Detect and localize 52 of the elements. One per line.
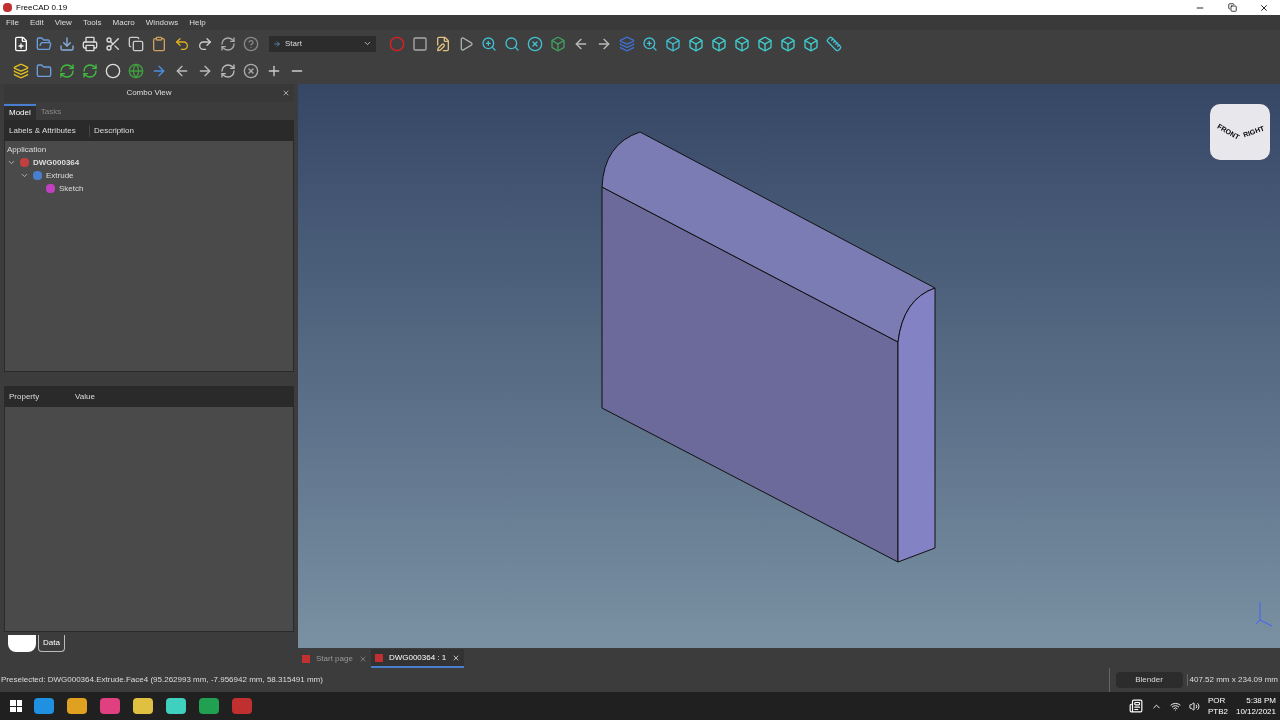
- window-title: FreeCAD 0.19: [16, 1, 68, 14]
- menu-item[interactable]: Help: [189, 16, 206, 29]
- dropdown-caret-icon: [363, 39, 372, 48]
- clock-time[interactable]: 5:38 PM: [1246, 695, 1276, 706]
- close-icon: [1259, 2, 1269, 13]
- close-icon[interactable]: [282, 89, 290, 97]
- clock-date[interactable]: 10/12/2021: [1235, 706, 1276, 717]
- taskbar-app-icon[interactable]: [67, 698, 87, 714]
- tree-root-label: Application: [7, 144, 48, 156]
- keyboard-layout[interactable]: PTB2: [1207, 706, 1228, 717]
- dimension-readout: 407.52 mm x 234.09 mm: [1186, 674, 1280, 686]
- blank-tab[interactable]: [8, 635, 36, 652]
- tree-item[interactable]: DWG000364: [33, 156, 80, 169]
- arrow-icon: [273, 39, 281, 48]
- taskbar-app-icon[interactable]: [199, 698, 219, 714]
- panel-title: Combo View: [126, 87, 172, 99]
- document-tab[interactable]: Start page: [298, 649, 371, 668]
- navigation-style-button[interactable]: Blender: [1115, 672, 1183, 688]
- windows-start-icon[interactable]: [10, 700, 22, 712]
- menu-item[interactable]: Macro: [112, 16, 135, 29]
- taskbar-app-icon[interactable]: [34, 698, 54, 714]
- panel-tab[interactable]: Model: [4, 104, 36, 120]
- workbench-dropdown[interactable]: Start: [269, 35, 376, 52]
- volume-icon[interactable]: [1188, 700, 1200, 712]
- tree-item[interactable]: Sketch: [59, 182, 84, 195]
- menu-item[interactable]: View: [54, 16, 72, 29]
- document-tab[interactable]: DWG000364 : 1: [370, 649, 465, 668]
- taskbar-app-icon[interactable]: [166, 698, 186, 714]
- column-header[interactable]: Labels & Attributes: [5, 125, 90, 137]
- language-code[interactable]: POR: [1207, 695, 1228, 706]
- column-header[interactable]: Value: [71, 391, 99, 403]
- news-icon[interactable]: [1128, 699, 1143, 713]
- column-header[interactable]: Property: [5, 391, 71, 403]
- app-logo-icon: [3, 3, 12, 12]
- feature-icon: [33, 171, 42, 180]
- document-icon: [20, 158, 29, 167]
- close-icon[interactable]: [452, 653, 461, 662]
- restore-icon: [1227, 2, 1237, 12]
- document-icon: [374, 653, 383, 662]
- column-header[interactable]: Description: [90, 125, 138, 137]
- tree-item[interactable]: Extrude: [46, 169, 74, 182]
- menu-item[interactable]: Edit: [29, 16, 44, 29]
- sketch-icon: [46, 184, 55, 193]
- taskbar-app-icon[interactable]: [133, 698, 153, 714]
- menu-item[interactable]: Tools: [82, 16, 102, 29]
- document-icon: [302, 654, 310, 663]
- status-message: Preselected: DWG000364.Extrude.Face4 (95.262993 mm, -7.956942 mm, 58.315491 mm): [0, 674, 323, 686]
- menu-item[interactable]: Windows: [145, 16, 179, 29]
- network-icon[interactable]: [1169, 700, 1181, 712]
- taskbar-app-icon[interactable]: [100, 698, 120, 714]
- menu-item[interactable]: File: [6, 16, 19, 29]
- property-tab[interactable]: Data: [38, 635, 65, 652]
